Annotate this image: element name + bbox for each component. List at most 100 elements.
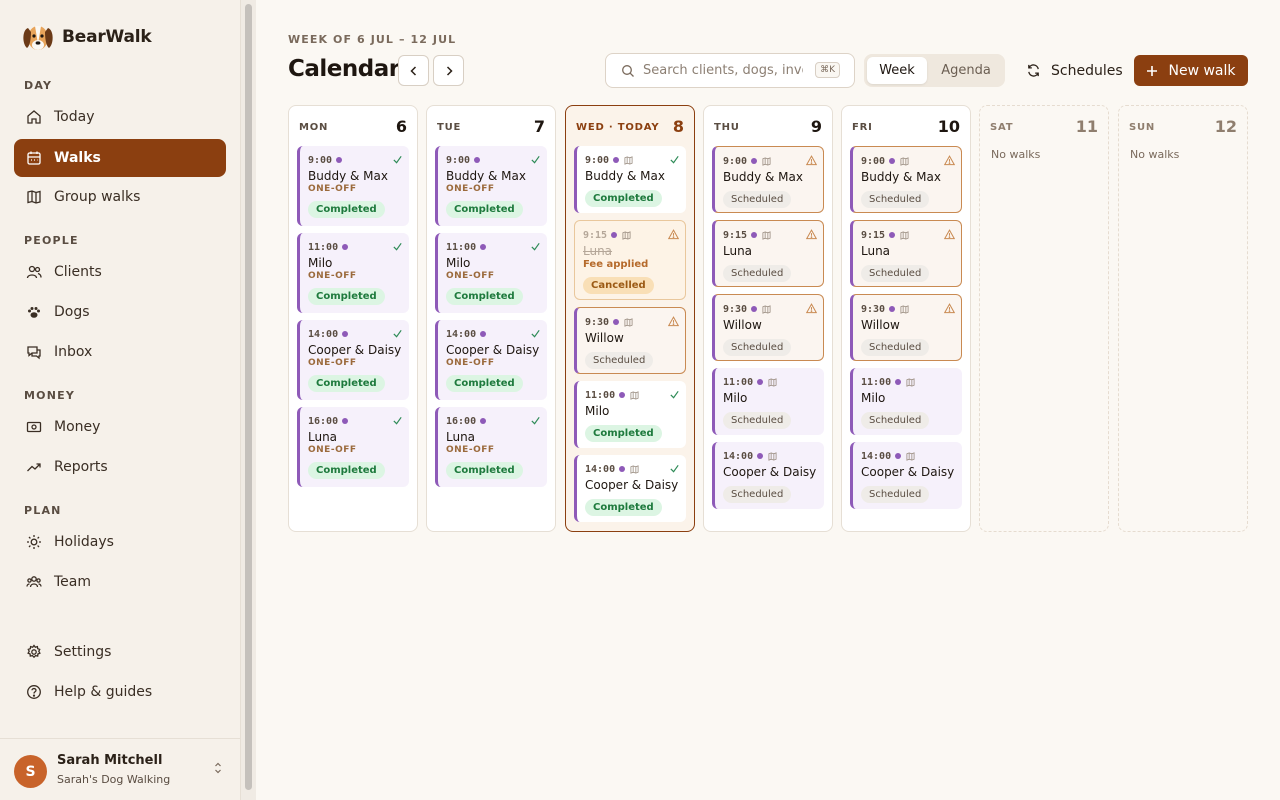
walk-card[interactable]: 14:00 Cooper & Daisy Completed	[574, 455, 686, 522]
walk-type-dot	[474, 157, 481, 163]
check-icon	[531, 155, 540, 164]
sidebar-item-walks[interactable]: Walks	[14, 139, 226, 177]
walk-type-dot	[757, 379, 764, 385]
walk-card[interactable]: 14:00 Cooper & Daisy ONE-OFF Completed	[435, 320, 547, 400]
walk-card[interactable]: 14:00 Cooper & Daisy ONE-OFF Completed	[297, 320, 409, 400]
walk-card[interactable]: 16:00 Luna ONE-OFF Completed	[297, 407, 409, 487]
day-name: MON	[299, 122, 329, 133]
trend-icon	[27, 463, 41, 472]
day-number: 8	[672, 117, 684, 136]
walk-dog-names: Milo	[446, 256, 471, 270]
day-column-sat[interactable]: SAT 11 No walks	[979, 105, 1109, 532]
scrollbar-thumb[interactable]	[245, 4, 252, 790]
week-label: WEEK OF 6 JUL – 12 JUL	[288, 33, 457, 46]
check-icon	[670, 390, 679, 399]
map-icon	[900, 156, 909, 166]
status-badge: Scheduled	[723, 191, 792, 208]
walk-card[interactable]: 9:00 Buddy & Max Completed	[574, 146, 686, 213]
sidebar-item-group-walks[interactable]: Group walks	[14, 178, 226, 216]
walk-time: 9:00	[308, 154, 333, 166]
sidebar-item-inbox[interactable]: Inbox	[14, 333, 226, 371]
view-week-button[interactable]: Week	[867, 57, 927, 84]
day-name: SUN	[1129, 122, 1156, 133]
status-badge: Completed	[446, 462, 523, 479]
sidebar-item-reports[interactable]: Reports	[14, 448, 226, 486]
status-badge: Completed	[446, 288, 523, 305]
sidebar-scrollbar[interactable]	[240, 0, 256, 800]
walk-type-dot	[480, 331, 487, 337]
walk-card[interactable]: 9:15 Luna Scheduled	[712, 220, 824, 287]
walk-subtitle: Fee applied	[583, 259, 649, 270]
walk-type-dot	[619, 392, 626, 398]
brand-name: BearWalk	[62, 27, 152, 47]
walk-card[interactable]: 9:00 Buddy & Max Scheduled	[850, 146, 962, 213]
warning-icon	[668, 229, 679, 240]
walk-subtitle: ONE-OFF	[308, 445, 357, 455]
walk-card[interactable]: 9:15 Luna Scheduled	[850, 220, 962, 287]
users-icon	[26, 265, 42, 279]
user-menu[interactable]: S Sarah Mitchell Sarah's Dog Walking	[0, 738, 240, 800]
walk-card[interactable]: 9:00 Buddy & Max Scheduled	[712, 146, 824, 213]
walk-card[interactable]: 11:00 Milo Scheduled	[712, 368, 824, 435]
day-column-mon[interactable]: MON 6 9:00 Buddy & Max ONE-OFF Completed 11:00…	[288, 105, 418, 532]
walk-type-dot	[619, 466, 626, 472]
sidebar-item-clients[interactable]: Clients	[14, 253, 226, 291]
walk-type-dot	[611, 232, 618, 238]
sidebar-item-today[interactable]: Today	[14, 98, 226, 136]
paw-icon	[28, 307, 40, 318]
check-icon	[531, 329, 540, 338]
map-icon	[762, 304, 771, 314]
sidebar: BearWalk DAY Today Walks Group walks PEO…	[0, 0, 240, 800]
warning-icon	[806, 303, 817, 314]
map-icon	[762, 230, 771, 240]
day-column-thu[interactable]: THU 9 9:00 Buddy & Max Scheduled 9:15 Luna Sche…	[703, 105, 833, 532]
day-column-wed[interactable]: WED · TODAY 8 9:00 Buddy & Max Completed 9:15…	[565, 105, 695, 532]
walk-card[interactable]: 9:00 Buddy & Max ONE-OFF Completed	[297, 146, 409, 226]
walk-card[interactable]: 9:15 Luna Fee applied Cancelled	[574, 220, 686, 300]
walk-card[interactable]: 9:00 Buddy & Max ONE-OFF Completed	[435, 146, 547, 226]
check-icon	[393, 329, 402, 338]
day-column-tue[interactable]: TUE 7 9:00 Buddy & Max ONE-OFF Completed 11:00…	[426, 105, 556, 532]
day-column-fri[interactable]: FRI 10 9:00 Buddy & Max Scheduled 9:15 Luna Sch…	[841, 105, 971, 532]
walk-dog-names: Cooper & Daisy	[308, 343, 402, 357]
walk-type-dot	[751, 306, 758, 312]
walk-dog-names: Willow	[585, 331, 624, 345]
prev-week-button[interactable]	[398, 55, 429, 86]
walk-card[interactable]: 9:30 Willow Scheduled	[712, 294, 824, 361]
sidebar-item-dogs[interactable]: Dogs	[14, 293, 226, 331]
walk-dog-names: Milo	[723, 391, 748, 405]
check-icon	[670, 464, 679, 473]
day-number: 6	[395, 117, 407, 136]
sidebar-item-holidays[interactable]: Holidays	[14, 523, 226, 561]
walk-card[interactable]: 14:00 Cooper & Daisy Scheduled	[712, 442, 824, 509]
brand[interactable]: BearWalk	[22, 20, 152, 54]
walk-card[interactable]: 11:00 Milo Completed	[574, 381, 686, 448]
map-icon	[906, 451, 915, 461]
walk-card[interactable]: 9:30 Willow Scheduled	[574, 307, 686, 374]
new-walk-button[interactable]: New walk	[1134, 55, 1248, 86]
day-name: THU	[714, 122, 740, 133]
warning-icon	[806, 229, 817, 240]
walk-card[interactable]: 9:30 Willow Scheduled	[850, 294, 962, 361]
walk-type-dot	[895, 379, 902, 385]
day-name: FRI	[852, 122, 873, 133]
walk-card[interactable]: 11:00 Milo Scheduled	[850, 368, 962, 435]
chevron-updown-icon	[215, 762, 221, 774]
search-input[interactable]	[643, 63, 803, 78]
walk-time: 9:15	[861, 229, 886, 241]
sidebar-item-money[interactable]: Money	[14, 408, 226, 446]
walk-card[interactable]: 11:00 Milo ONE-OFF Completed	[297, 233, 409, 313]
sidebar-item-settings[interactable]: Settings	[14, 633, 226, 671]
search-box[interactable]: ⌘K	[605, 53, 855, 88]
walk-time: 14:00	[308, 328, 339, 340]
schedules-button[interactable]: Schedules	[1016, 55, 1133, 86]
sidebar-item-help[interactable]: Help & guides	[14, 673, 226, 711]
walk-card[interactable]: 11:00 Milo ONE-OFF Completed	[435, 233, 547, 313]
day-column-sun[interactable]: SUN 12 No walks	[1118, 105, 1248, 532]
view-agenda-button[interactable]: Agenda	[931, 57, 1001, 84]
walk-card[interactable]: 14:00 Cooper & Daisy Scheduled	[850, 442, 962, 509]
section-label-plan: PLAN	[24, 504, 62, 517]
next-week-button[interactable]	[433, 55, 464, 86]
sidebar-item-team[interactable]: Team	[14, 563, 226, 601]
walk-card[interactable]: 16:00 Luna ONE-OFF Completed	[435, 407, 547, 487]
